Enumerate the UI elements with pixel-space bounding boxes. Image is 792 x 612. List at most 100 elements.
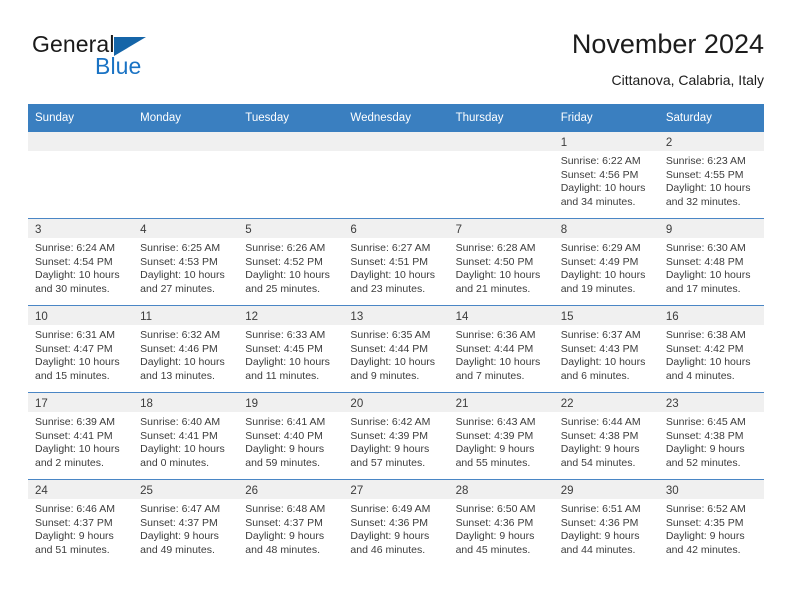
daylight-text: Daylight: 10 hours and 27 minutes.: [140, 269, 225, 295]
day-sun-info: Sunrise: 6:35 AM Sunset: 4:44 PM Daylight:…: [343, 325, 448, 383]
calendar-day-cell[interactable]: 29 Sunrise: 6:51 AM Sunset: 4:36 PM Dayligh…: [553, 479, 659, 566]
calendar-day-cell[interactable]: 21 Sunrise: 6:43 AM Sunset: 4:39 PM Dayligh…: [448, 392, 554, 480]
sunrise-text: Sunrise: 6:29 AM: [560, 242, 641, 254]
calendar-day-cell[interactable]: 18 Sunrise: 6:40 AM Sunset: 4:41 PM Dayligh…: [133, 392, 239, 480]
calendar-day-cell[interactable]: 17 Sunrise: 6:39 AM Sunset: 4:41 PM Dayligh…: [28, 392, 134, 480]
calendar-day-cell[interactable]: 23 Sunrise: 6:45 AM Sunset: 4:38 PM Dayligh…: [658, 392, 764, 480]
sunset-text: Sunset: 4:40 PM: [245, 429, 323, 442]
day-cell-content: 2 Sunrise: 6:23 AM Sunset: 4:55 PM Daylight…: [658, 132, 764, 218]
calendar-day-cell[interactable]: 25 Sunrise: 6:47 AM Sunset: 4:37 PM Dayligh…: [133, 479, 239, 566]
day-number-strip: 12: [238, 306, 344, 325]
day-cell-content: 24 Sunrise: 6:46 AM Sunset: 4:37 PM Dayligh…: [28, 480, 134, 566]
day-cell-content: 26 Sunrise: 6:48 AM Sunset: 4:37 PM Dayligh…: [238, 480, 344, 566]
calendar-day-cell[interactable]: 4 Sunrise: 6:25 AM Sunset: 4:53 PM Daylight…: [133, 218, 239, 306]
calendar-day-cell[interactable]: 15 Sunrise: 6:37 AM Sunset: 4:43 PM Dayligh…: [553, 305, 659, 393]
day-number-strip: [133, 132, 239, 151]
day-sun-info: Sunrise: 6:42 AM Sunset: 4:39 PM Daylight:…: [343, 412, 448, 470]
calendar-day-cell[interactable]: 22 Sunrise: 6:44 AM Sunset: 4:38 PM Dayligh…: [553, 392, 659, 480]
calendar-day-cell[interactable]: 6 Sunrise: 6:27 AM Sunset: 4:51 PM Daylight…: [343, 218, 449, 306]
day-number: 13: [350, 311, 364, 323]
calendar-day-cell[interactable]: 10 Sunrise: 6:31 AM Sunset: 4:47 PM Dayligh…: [28, 305, 134, 393]
calendar-day-cell[interactable]: 8 Sunrise: 6:29 AM Sunset: 4:49 PM Daylight…: [553, 218, 659, 306]
day-number: 9: [665, 224, 673, 236]
sunset-text: Sunset: 4:53 PM: [140, 255, 218, 268]
daylight-text: Daylight: 9 hours and 49 minutes.: [140, 530, 219, 556]
calendar-day-cell[interactable]: 27 Sunrise: 6:49 AM Sunset: 4:36 PM Dayligh…: [343, 479, 449, 566]
calendar-day-cell[interactable]: 24 Sunrise: 6:46 AM Sunset: 4:37 PM Dayligh…: [28, 479, 134, 566]
calendar-day-cell[interactable]: 2 Sunrise: 6:23 AM Sunset: 4:55 PM Daylight…: [658, 132, 764, 219]
sunset-text: Sunset: 4:50 PM: [455, 255, 534, 268]
day-sun-info: Sunrise: 6:47 AM Sunset: 4:37 PM Daylight:…: [133, 499, 238, 557]
day-sun-info: Sunrise: 6:38 AM Sunset: 4:42 PM Daylight:…: [659, 325, 764, 383]
day-sun-info: Sunrise: 6:32 AM Sunset: 4:46 PM Daylight:…: [133, 325, 238, 383]
calendar-day-cell[interactable]: 20 Sunrise: 6:42 AM Sunset: 4:39 PM Dayligh…: [343, 392, 449, 480]
calendar-week-row: 24 Sunrise: 6:46 AM Sunset: 4:37 PM Dayligh…: [28, 479, 764, 566]
day-number: 28: [455, 485, 469, 497]
day-cell-content: 23 Sunrise: 6:45 AM Sunset: 4:38 PM Dayligh…: [658, 393, 764, 479]
calendar-day-cell[interactable]: 28 Sunrise: 6:50 AM Sunset: 4:36 PM Dayligh…: [448, 479, 554, 566]
sunrise-text: Sunrise: 6:50 AM: [455, 503, 536, 515]
day-number-strip: 27: [343, 480, 449, 499]
day-sun-info: Sunrise: 6:50 AM Sunset: 4:36 PM Daylight:…: [449, 499, 554, 557]
day-sun-info: Sunrise: 6:40 AM Sunset: 4:41 PM Daylight:…: [133, 412, 238, 470]
day-number-strip: 15: [553, 306, 659, 325]
day-sun-info: Sunrise: 6:49 AM Sunset: 4:36 PM Daylight:…: [343, 499, 448, 557]
calendar-grid: Sunday Monday Tuesday Wednesday Thursday…: [28, 104, 764, 566]
sunrise-text: Sunrise: 6:42 AM: [350, 416, 431, 428]
calendar-day-cell[interactable]: 9 Sunrise: 6:30 AM Sunset: 4:48 PM Daylight…: [658, 218, 764, 306]
calendar-day-cell[interactable]: [28, 132, 134, 219]
calendar-day-cell[interactable]: [238, 132, 344, 219]
day-sun-info: Sunrise: 6:25 AM Sunset: 4:53 PM Daylight:…: [133, 238, 238, 296]
sunrise-text: Sunrise: 6:37 AM: [560, 329, 641, 341]
day-sun-info: Sunrise: 6:26 AM Sunset: 4:52 PM Daylight:…: [238, 238, 343, 296]
day-number-strip: 26: [238, 480, 344, 499]
calendar-day-cell[interactable]: 30 Sunrise: 6:52 AM Sunset: 4:35 PM Dayligh…: [658, 479, 764, 566]
day-number-strip: [343, 132, 449, 151]
day-sun-info: Sunrise: 6:27 AM Sunset: 4:51 PM Daylight:…: [343, 238, 448, 296]
day-cell-content: 27 Sunrise: 6:49 AM Sunset: 4:36 PM Dayligh…: [343, 480, 449, 566]
day-cell-content: 25 Sunrise: 6:47 AM Sunset: 4:37 PM Dayligh…: [133, 480, 239, 566]
sunset-text: Sunset: 4:49 PM: [560, 255, 639, 268]
sunset-text: Sunset: 4:44 PM: [455, 342, 534, 355]
day-sun-info: Sunrise: 6:41 AM Sunset: 4:40 PM Daylight:…: [238, 412, 343, 470]
calendar-day-cell[interactable]: 11 Sunrise: 6:32 AM Sunset: 4:46 PM Dayligh…: [133, 305, 239, 393]
calendar-day-cell[interactable]: 1 Sunrise: 6:22 AM Sunset: 4:56 PM Daylight…: [553, 132, 659, 219]
sunrise-text: Sunrise: 6:33 AM: [245, 329, 326, 341]
title-block: November 2024 Cittanova, Calabria, Italy: [572, 28, 764, 90]
calendar-day-cell[interactable]: 7 Sunrise: 6:28 AM Sunset: 4:50 PM Daylight…: [448, 218, 554, 306]
sunset-text: Sunset: 4:41 PM: [140, 429, 218, 442]
sunset-text: Sunset: 4:44 PM: [350, 342, 429, 355]
calendar-day-cell[interactable]: 3 Sunrise: 6:24 AM Sunset: 4:54 PM Daylight…: [28, 218, 134, 306]
general-blue-logo: General Blue: [32, 32, 262, 90]
weekday-header-saturday: Saturday: [658, 104, 764, 132]
calendar-day-cell[interactable]: [448, 132, 554, 219]
calendar-day-cell[interactable]: 26 Sunrise: 6:48 AM Sunset: 4:37 PM Dayligh…: [238, 479, 344, 566]
day-number: 17: [35, 398, 48, 410]
daylight-text: Daylight: 10 hours and 11 minutes.: [245, 356, 330, 382]
daylight-text: Daylight: 10 hours and 13 minutes.: [140, 356, 225, 382]
sunset-text: Sunset: 4:38 PM: [560, 429, 639, 442]
calendar-day-cell[interactable]: [343, 132, 449, 219]
day-sun-info: Sunrise: 6:37 AM Sunset: 4:43 PM Daylight:…: [554, 325, 659, 383]
day-number-strip: 18: [133, 393, 239, 412]
sunset-text: Sunset: 4:56 PM: [560, 168, 639, 181]
calendar-day-cell[interactable]: 5 Sunrise: 6:26 AM Sunset: 4:52 PM Daylight…: [238, 218, 344, 306]
calendar-day-cell[interactable]: 16 Sunrise: 6:38 AM Sunset: 4:42 PM Dayligh…: [658, 305, 764, 393]
calendar-day-cell[interactable]: 14 Sunrise: 6:36 AM Sunset: 4:44 PM Dayligh…: [448, 305, 554, 393]
calendar-day-cell[interactable]: [133, 132, 239, 219]
day-number-strip: 13: [343, 306, 449, 325]
daylight-text: Daylight: 10 hours and 32 minutes.: [665, 182, 751, 208]
daylight-text: Daylight: 9 hours and 52 minutes.: [665, 443, 745, 469]
day-number: 1: [560, 137, 568, 149]
day-number-strip: 28: [448, 480, 554, 499]
daylight-text: Daylight: 10 hours and 15 minutes.: [35, 356, 120, 382]
day-number-strip: 23: [658, 393, 764, 412]
day-number: 2: [665, 137, 673, 149]
calendar-day-cell[interactable]: 12 Sunrise: 6:33 AM Sunset: 4:45 PM Dayligh…: [238, 305, 344, 393]
calendar-day-cell[interactable]: 19 Sunrise: 6:41 AM Sunset: 4:40 PM Dayligh…: [238, 392, 344, 480]
calendar-day-cell[interactable]: 13 Sunrise: 6:35 AM Sunset: 4:44 PM Dayligh…: [343, 305, 449, 393]
daylight-text: Daylight: 9 hours and 51 minutes.: [35, 530, 114, 556]
daylight-text: Daylight: 9 hours and 42 minutes.: [665, 530, 745, 556]
sunrise-text: Sunrise: 6:40 AM: [140, 416, 221, 428]
day-sun-info: Sunrise: 6:31 AM Sunset: 4:47 PM Daylight:…: [28, 325, 133, 383]
